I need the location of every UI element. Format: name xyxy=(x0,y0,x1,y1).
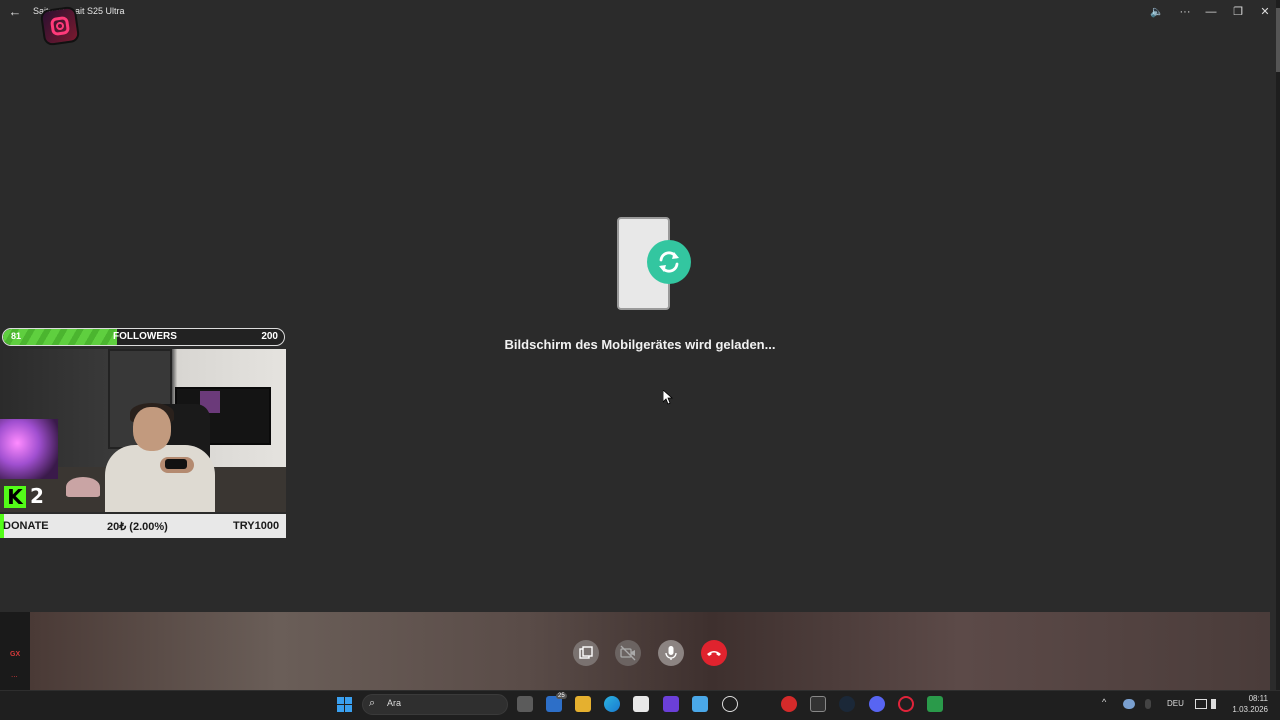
mic-tray-icon[interactable] xyxy=(1145,699,1151,709)
store-icon[interactable] xyxy=(633,696,649,712)
loading-message: Bildschirm des Mobilgerätes wird geladen… xyxy=(504,337,776,352)
scrollbar-thumb[interactable] xyxy=(1276,8,1280,72)
screen-share-button[interactable] xyxy=(573,640,599,666)
restore-icon[interactable]: ❐ xyxy=(1227,3,1249,21)
chatgpt-icon[interactable] xyxy=(722,696,738,712)
edge-icon[interactable] xyxy=(604,696,620,712)
taskbar-search-placeholder: Ara xyxy=(387,698,402,708)
phone-link-icon[interactable] xyxy=(692,696,708,712)
kick-logo-icon: K xyxy=(4,486,26,508)
followers-goal: 200 xyxy=(261,331,278,342)
mouse-cursor-icon xyxy=(662,389,674,410)
steam-icon[interactable] xyxy=(839,696,855,712)
tray-time[interactable]: 08:11 xyxy=(1232,694,1268,703)
donate-amount: 20₺ (2.00%) xyxy=(107,521,168,533)
minimize-icon[interactable]: — xyxy=(1200,3,1222,21)
task-view-icon[interactable] xyxy=(517,696,533,712)
taskbar-search-box[interactable] xyxy=(362,694,508,715)
opera-gx-icon[interactable] xyxy=(898,696,914,712)
close-icon[interactable]: ✕ xyxy=(1254,3,1276,21)
search-icon: ⌕ xyxy=(369,697,376,709)
file-explorer-icon[interactable] xyxy=(575,696,591,712)
apps-icon[interactable] xyxy=(663,696,679,712)
mail-badge: 25 xyxy=(556,693,567,699)
sync-icon xyxy=(647,240,691,284)
donate-code: TRY1000 xyxy=(233,520,280,532)
speaker-icon[interactable]: 🔈 xyxy=(1146,3,1168,21)
followers-goal-bar: 81 FOLLOWERS 200 xyxy=(2,328,285,346)
microphone-button[interactable] xyxy=(658,640,684,666)
followers-current: 81 xyxy=(11,331,22,341)
instagram-logo-icon xyxy=(39,5,81,47)
discord-icon[interactable] xyxy=(869,696,885,712)
onedrive-icon[interactable] xyxy=(1123,699,1135,709)
volume-icon[interactable] xyxy=(1211,699,1216,709)
epic-games-icon[interactable] xyxy=(810,696,826,712)
tray-language[interactable]: DEU xyxy=(1167,699,1184,708)
obs-icon[interactable] xyxy=(927,696,943,712)
network-icon[interactable] xyxy=(1195,699,1207,709)
back-button[interactable]: ← xyxy=(6,3,24,21)
kick-viewer-count: 2 xyxy=(30,484,44,508)
followers-label: FOLLOWERS xyxy=(113,331,177,342)
hang-up-icon xyxy=(707,651,721,656)
scrollbar[interactable] xyxy=(1276,0,1280,690)
video-off-icon xyxy=(620,645,636,661)
tray-overflow-icon[interactable]: ^ xyxy=(1102,697,1106,707)
side-panel-more[interactable]: ... xyxy=(11,670,18,679)
screen-share-icon xyxy=(579,646,593,659)
video-toggle-button[interactable] xyxy=(615,640,641,666)
tray-date[interactable]: 1.03.2026 xyxy=(1220,705,1268,714)
donate-label: DONATE xyxy=(3,520,49,532)
windows-start-icon[interactable] xyxy=(337,697,353,713)
microphone-icon xyxy=(665,646,677,660)
hang-up-button[interactable] xyxy=(701,640,727,666)
title-bar xyxy=(0,0,1280,24)
game-icon[interactable] xyxy=(781,696,797,712)
opera-gx-label: GX xyxy=(10,651,21,658)
more-icon[interactable]: ··· xyxy=(1174,3,1196,21)
call-control-bar xyxy=(30,612,1270,690)
